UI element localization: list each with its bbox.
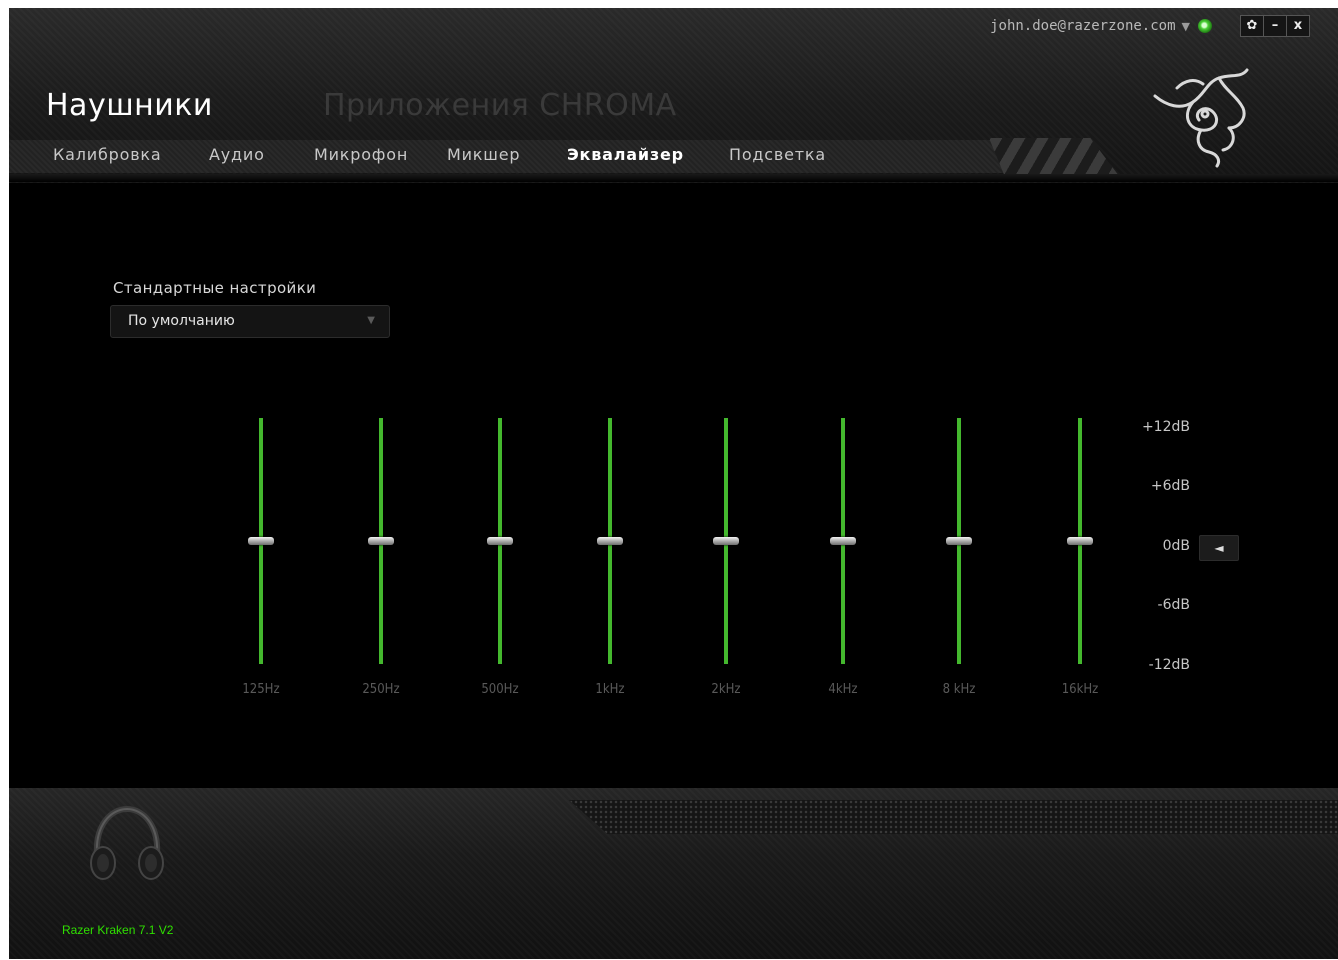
eq-band-label: 250Hz [362, 682, 400, 697]
eq-band-label: 8 kHz [942, 682, 976, 697]
eq-slider-handle[interactable] [713, 537, 739, 545]
reset-to-zero-button[interactable]: ◄ [1199, 535, 1239, 561]
db-scale-label: 0dB [1162, 538, 1190, 554]
eq-band-label: 2kHz [711, 682, 741, 697]
eq-band-label: 125Hz [242, 682, 280, 697]
eq-band-label: 4kHz [828, 682, 858, 697]
db-scale-label: +6dB [1150, 478, 1190, 494]
db-scale-label: -12dB [1148, 657, 1190, 673]
eq-slider-handle[interactable] [1067, 537, 1093, 545]
db-scale-label: +12dB [1141, 419, 1190, 435]
eq-band: 16kHz [1060, 418, 1100, 698]
footer-stripe [569, 800, 1338, 834]
app-window: Наушники Приложения CHROMA john.doe@raze… [9, 8, 1338, 959]
eq-slider-handle[interactable] [368, 537, 394, 545]
eq-band: 8 kHz [939, 418, 979, 698]
eq-slider-handle[interactable] [487, 537, 513, 545]
eq-slider-handle[interactable] [597, 537, 623, 545]
db-scale-label: -6dB [1157, 597, 1190, 613]
eq-band-label: 16kHz [1061, 682, 1099, 697]
eq-band: 250Hz [361, 418, 401, 698]
eq-band: 2kHz [706, 418, 746, 698]
eq-band: 4kHz [823, 418, 863, 698]
eq-slider-handle[interactable] [248, 537, 274, 545]
eq-band-label: 1kHz [595, 682, 625, 697]
eq-band: 500Hz [480, 418, 520, 698]
eq-slider-handle[interactable] [830, 537, 856, 545]
headset-icon [90, 805, 164, 880]
eq-slider-handle[interactable] [946, 537, 972, 545]
eq-band-label: 500Hz [481, 682, 519, 697]
device-name: Razer Kraken 7.1 V2 [62, 923, 174, 937]
eq-band: 125Hz [241, 418, 281, 698]
eq-band: 1kHz [590, 418, 630, 698]
